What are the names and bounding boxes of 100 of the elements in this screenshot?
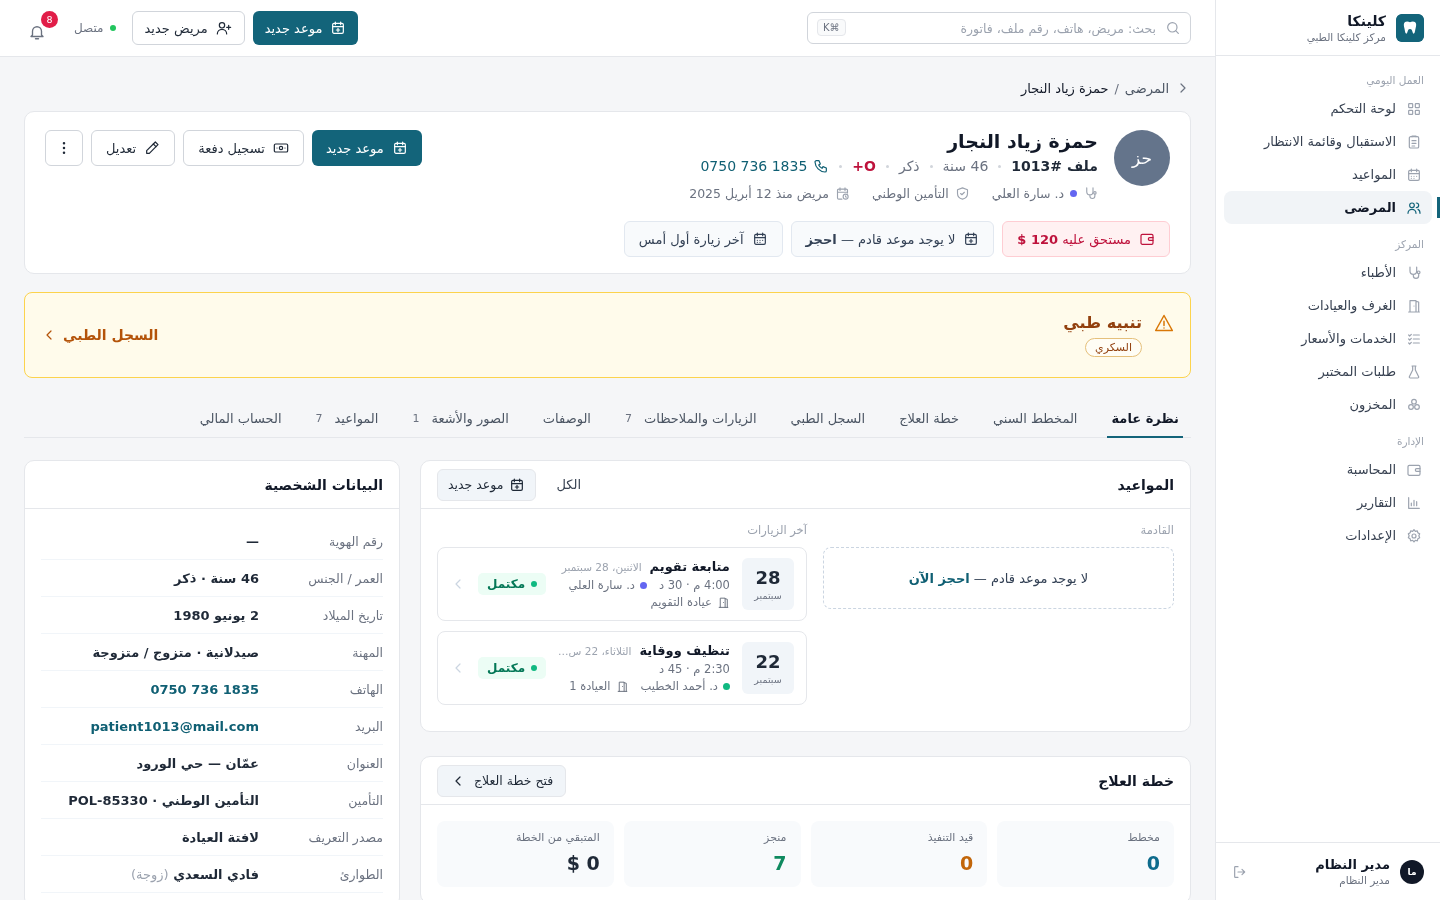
field-label: المهنة	[351, 644, 383, 660]
edit-button[interactable]: تعديل	[91, 130, 176, 166]
breadcrumb-current: حمزة زياد النجار	[1020, 80, 1109, 96]
bar-chart-icon	[1406, 494, 1422, 511]
sidebar-item[interactable]: الإعدادات	[1224, 519, 1432, 552]
condition-tag: السكري	[1085, 338, 1142, 357]
field-label: رقم الهوية	[328, 533, 383, 549]
field-label: الهاتف	[348, 681, 383, 697]
shortcut-hint: ⌘K	[817, 19, 846, 36]
sidebar-item[interactable]: المواعيد	[1224, 158, 1432, 191]
stethoscope-icon	[1083, 186, 1098, 201]
user-name: مدير النظام	[1315, 857, 1390, 872]
sidebar-item[interactable]: الأطباء	[1224, 256, 1432, 289]
pencil-icon	[144, 140, 161, 156]
patient-since: مريض منذ 12 أبريل 2025	[689, 186, 830, 201]
grid-icon	[1406, 100, 1422, 117]
brand-name: كلينكا	[1346, 12, 1386, 29]
sidebar-item[interactable]: التقارير	[1224, 486, 1432, 519]
new-appointment-button[interactable]: موعد جديد	[437, 468, 537, 501]
stat-label: قيد التنفيذ	[926, 831, 974, 844]
contact-link[interactable]: 0750 736 1835	[150, 681, 259, 697]
stethoscope-icon	[1406, 264, 1422, 281]
room-name: العيادة 1	[569, 679, 611, 693]
patient-avatar: حز	[1114, 130, 1170, 186]
user-avatar: ما	[1400, 859, 1424, 884]
phone-icon	[813, 158, 830, 174]
field-label: التأمين	[347, 792, 383, 808]
sidebar-item[interactable]: الخدمات والأسعار	[1224, 322, 1432, 355]
field-value: صيدلانية · متزوج / متزوجة	[92, 644, 259, 660]
field-label: مصدر التعريف	[307, 829, 383, 845]
door-icon	[716, 595, 730, 609]
new-patient-button[interactable]: مريض جديد	[131, 11, 245, 45]
tab[interactable]: المخطط السني	[988, 400, 1082, 438]
card-title: خطة العلاج	[1097, 772, 1174, 789]
sidebar-item[interactable]: لوحة التحكم	[1224, 92, 1432, 125]
tab[interactable]: الحساب المالي	[195, 400, 286, 438]
tab-count: 1	[412, 411, 420, 425]
stat-value: 0	[1145, 852, 1160, 874]
tab[interactable]: الوصفات	[538, 400, 595, 438]
medical-record-link[interactable]: السجل الطبي	[41, 327, 159, 343]
notifications-button[interactable]: 8	[24, 11, 58, 45]
shield-icon	[954, 186, 970, 201]
column-heading: آخر الزيارات	[746, 523, 807, 537]
card-title: البيانات الشخصية	[263, 476, 383, 493]
contact-link[interactable]: patient1013@mail.com	[90, 718, 259, 734]
sidebar-item[interactable]: طلبات المختبر	[1224, 355, 1432, 388]
stat-label: مخطط	[1126, 831, 1160, 844]
new-appointment-button[interactable]: موعد جديد	[311, 130, 422, 166]
tab[interactable]: السجل الطبي	[786, 400, 870, 438]
insurance-name: التأمين الوطني	[872, 186, 949, 201]
field-value: التأمين الوطني · POL-85330	[68, 792, 259, 808]
stat-label: منجز	[762, 831, 787, 844]
logout-icon	[1232, 863, 1248, 880]
open-plan-button[interactable]: فتح خطة العلاج	[437, 764, 567, 797]
tab[interactable]: نظرة عامة	[1107, 400, 1183, 438]
room-name: عيادة التقويم	[650, 595, 712, 609]
alert-title: تنبيه طبي	[1063, 313, 1142, 332]
empty-message: لا يوجد موعد قادم — احجز الآن	[908, 570, 1089, 586]
book-now-link[interactable]: احجز الآن	[908, 570, 970, 586]
calendar-icon	[751, 231, 768, 247]
blood-type: O+	[852, 158, 876, 174]
field-value: عمّان — حي الورود	[136, 755, 259, 771]
field-label: تاريخ الميلاد	[321, 607, 383, 623]
sidebar-item[interactable]: المحاسبة	[1224, 453, 1432, 486]
new-appointment-button[interactable]: موعد جديد	[252, 11, 359, 45]
calendar-plus-icon	[330, 20, 347, 36]
flask-icon	[1406, 363, 1422, 380]
next-chip[interactable]: لا يوجد موعد قادم — احجز	[790, 221, 995, 257]
field-label: العنوان	[345, 755, 383, 771]
phone-link[interactable]: 0750 736 1835	[700, 158, 830, 174]
visit-date: الثلاثاء، 22 س…	[558, 645, 632, 657]
breadcrumb-separator: /	[1114, 80, 1119, 96]
sidebar-item[interactable]: المخزون	[1224, 388, 1432, 421]
circles-icon	[1406, 396, 1422, 413]
doctor-name: د. سارة العلي	[568, 578, 635, 592]
calendar-icon	[1406, 166, 1422, 183]
filter-button[interactable]: الكل	[544, 468, 594, 501]
field-value: فادي السعدي (زوجة)	[130, 866, 259, 882]
calendar-plus-icon	[509, 476, 526, 493]
user-plus-icon	[215, 20, 232, 36]
calendar-plus-icon	[391, 140, 408, 156]
field-label: الطوارئ	[338, 866, 383, 882]
sidebar-item[interactable]: الاستقبال وقائمة الانتظار	[1224, 125, 1432, 158]
breadcrumb-link[interactable]: المرضى	[1124, 80, 1169, 96]
more-button[interactable]	[45, 130, 83, 166]
sidebar-item[interactable]: الغرف والعيادات	[1224, 289, 1432, 322]
clipboard-icon	[1406, 133, 1422, 150]
field-label: البريد	[354, 718, 383, 734]
visit-date: الاثنين، 28 سبتمبر	[561, 561, 642, 573]
tab[interactable]: خطة العلاج	[895, 400, 963, 438]
record-payment-button[interactable]: تسجيل دفعة	[183, 130, 304, 166]
doctor-name: د. أحمد الخطيب	[640, 679, 718, 693]
last-chip[interactable]: آخر زيارة أول أمس	[623, 221, 783, 257]
banknote-icon	[272, 140, 289, 156]
card-title: المواعيد	[1116, 476, 1174, 493]
patient-name: حمزة زياد النجار	[947, 130, 1098, 152]
visit-title: متابعة تقويم	[649, 559, 730, 574]
section-title: المركز	[1393, 237, 1425, 253]
brand-subtitle: مركز كلينكا الطبي	[1306, 30, 1386, 43]
field-label: العمر / الجنس	[307, 570, 383, 586]
